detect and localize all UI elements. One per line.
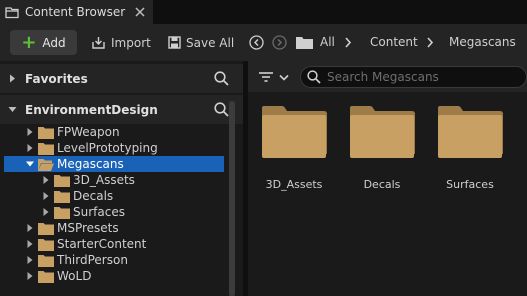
caret-down-icon — [8, 107, 17, 112]
tree-item[interactable]: MSPresets — [0, 220, 228, 236]
import-button-label: Import — [111, 35, 151, 50]
toolbar: + Add Import Save All All Content Megasc… — [0, 24, 527, 61]
tab-content-browser[interactable]: Content Browser — [0, 0, 153, 24]
chevron-right-icon[interactable] — [344, 37, 352, 48]
tree-item[interactable]: 3D_Assets — [0, 172, 228, 188]
breadcrumb-megascans[interactable]: Megascans — [449, 35, 516, 50]
tree-item-label: Megascans — [57, 157, 124, 171]
environment-design-label: EnvironmentDesign — [25, 102, 158, 117]
folder-open-icon — [38, 159, 54, 171]
folder-icon — [38, 127, 54, 139]
close-icon[interactable] — [134, 6, 146, 18]
filter-icon — [259, 72, 273, 82]
caret-right-icon[interactable] — [42, 192, 50, 200]
caret-right-icon[interactable] — [42, 208, 50, 216]
search-icon[interactable] — [214, 102, 229, 117]
folder-tile[interactable]: Decals — [337, 106, 419, 196]
caret-right-icon[interactable] — [26, 272, 34, 280]
folder-tile-label: 3D_Assets — [265, 178, 323, 191]
add-button-label: Add — [42, 35, 66, 50]
caret-right-icon[interactable] — [26, 144, 34, 152]
add-button[interactable]: + Add — [10, 30, 77, 55]
folder-icon — [38, 239, 54, 251]
environment-design-header[interactable]: EnvironmentDesign — [0, 95, 243, 124]
folder-tile-label: Surfaces — [446, 178, 494, 191]
tree-item[interactable]: ThirdPerson — [0, 252, 228, 268]
search-icon — [307, 70, 321, 84]
tree-item-label: WoLD — [57, 269, 92, 283]
save-all-button[interactable]: Save All — [168, 30, 234, 55]
caret-right-icon[interactable] — [26, 240, 34, 248]
chevron-right-icon[interactable] — [426, 37, 434, 48]
folder-icon — [262, 106, 327, 158]
folder-tile-label: Decals — [363, 178, 401, 191]
chevron-down-icon — [279, 74, 289, 81]
tree-item[interactable]: WoLD — [0, 268, 228, 284]
folder-icon — [438, 106, 503, 158]
caret-right-icon[interactable] — [42, 176, 50, 184]
save-all-button-label: Save All — [186, 35, 235, 50]
tree-item-label: MSPresets — [57, 221, 119, 235]
tree-item[interactable]: Megascans — [4, 156, 224, 172]
history-back-icon[interactable] — [249, 35, 264, 50]
breadcrumb-content[interactable]: Content — [370, 35, 418, 50]
folder-icon — [296, 37, 313, 49]
folder-icon — [38, 255, 54, 267]
tree-item-label: Decals — [73, 189, 114, 203]
save-icon — [168, 36, 181, 49]
caret-right-icon[interactable] — [26, 256, 34, 264]
folder-icon — [54, 175, 70, 187]
tree-scrollbar[interactable] — [229, 101, 235, 296]
tree-item[interactable]: Decals — [0, 188, 228, 204]
folder-icon — [54, 207, 70, 219]
tree-item[interactable]: FPWeapon — [0, 124, 228, 140]
search-input[interactable] — [327, 69, 522, 85]
filter-button[interactable] — [258, 69, 294, 85]
tree-item-label: ThirdPerson — [57, 253, 128, 267]
folder-tile[interactable]: Surfaces — [425, 106, 507, 196]
import-icon — [92, 36, 105, 49]
content-browser-icon — [5, 7, 19, 19]
import-button[interactable]: Import — [91, 30, 151, 55]
tree-item-label: 3D_Assets — [73, 173, 135, 187]
folder-tile[interactable]: 3D_Assets — [249, 106, 331, 196]
history-forward-icon[interactable] — [272, 35, 287, 50]
tree-item[interactable]: LevelPrototyping — [0, 140, 228, 156]
tree-item[interactable]: StarterContent — [0, 236, 228, 252]
caret-down-icon[interactable] — [26, 160, 34, 168]
tab-title: Content Browser — [25, 5, 126, 19]
plus-icon: + — [21, 31, 37, 53]
folder-tree: FPWeapon LevelPrototyping Megascans 3D_Asse… — [0, 124, 243, 296]
folder-icon — [38, 271, 54, 283]
tree-item-label: LevelPrototyping — [57, 141, 158, 155]
tree-item-label: StarterContent — [57, 237, 147, 251]
tree-item-label: Surfaces — [73, 205, 125, 219]
content-panel: 3D_Assets Decals Surfaces — [248, 61, 527, 296]
favorites-header[interactable]: Favorites — [0, 64, 243, 93]
search-box[interactable] — [300, 66, 527, 88]
folder-icon — [38, 143, 54, 155]
sources-panel: Favorites EnvironmentDesign FPWeapon Leve… — [0, 61, 243, 296]
caret-right-icon[interactable] — [26, 224, 34, 232]
tree-item[interactable]: Surfaces — [0, 204, 228, 220]
folder-icon — [350, 106, 415, 158]
favorites-label: Favorites — [25, 71, 88, 86]
breadcrumb-all[interactable]: All — [320, 35, 335, 50]
tree-item-label: FPWeapon — [57, 125, 120, 139]
tab-bar: Content Browser — [0, 0, 527, 24]
search-icon[interactable] — [214, 71, 229, 86]
folder-icon — [54, 191, 70, 203]
caret-right-icon[interactable] — [26, 128, 34, 136]
folder-icon — [38, 223, 54, 235]
filter-bar — [248, 61, 527, 92]
caret-right-icon — [10, 74, 15, 83]
